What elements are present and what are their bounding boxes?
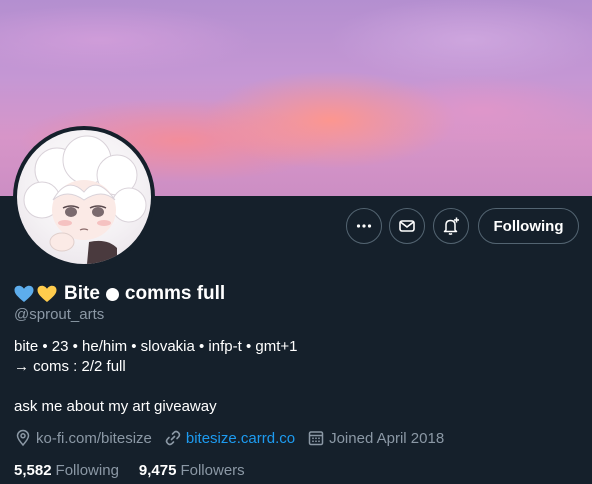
bio-line: ask me about my art giveaway [14, 398, 217, 415]
bio-line [14, 377, 297, 397]
location-text: ko-fi.com/bitesize [36, 429, 152, 447]
website-item[interactable]: bitesize.carrd.co [164, 429, 295, 447]
location-item: ko-fi.com/bitesize [14, 429, 152, 447]
following-count: 5,582 [14, 461, 52, 479]
display-name: Bite [64, 283, 100, 304]
profile-handle: @sprout_arts [14, 306, 105, 323]
profile-avatar[interactable] [13, 126, 155, 268]
following-label: Following [55, 461, 119, 479]
bell-plus-icon [443, 217, 459, 235]
link-icon [165, 430, 181, 446]
profile-bio: bite • 23 • he/him • slovakia • infp-t •… [14, 337, 297, 417]
following-button[interactable]: Following [478, 208, 579, 244]
bio-line: bite • 23 • he/him • slovakia • infp-t •… [14, 338, 298, 355]
display-name-row: Bite comms full [14, 282, 225, 306]
followers-stat[interactable]: 9,475 Followers [139, 462, 245, 479]
white-circle-icon [105, 287, 119, 301]
display-name-suffix: comms full [124, 283, 226, 304]
joined-item: Joined April 2018 [307, 429, 444, 447]
bio-line: → coms : 2/2 full [14, 358, 126, 375]
following-stat[interactable]: 5,582 Following [14, 462, 119, 479]
website-link[interactable]: bitesize.carrd.co [186, 430, 295, 447]
followers-count: 9,475 [138, 461, 177, 479]
blue-heart-icon [14, 285, 34, 302]
follow-stats: 5,582 Following 9,475 Followers [14, 460, 265, 480]
more-icon [356, 224, 372, 228]
notifications-button[interactable] [433, 208, 469, 244]
calendar-icon [308, 431, 324, 446]
message-button[interactable] [389, 208, 425, 244]
avatar-artwork [17, 130, 151, 264]
location-pin-icon [16, 429, 30, 447]
yellow-heart-icon [37, 285, 57, 302]
envelope-icon [399, 220, 415, 232]
more-button[interactable] [346, 208, 382, 244]
profile-meta: ko-fi.com/bitesize bitesize.carrd.co Joi… [14, 428, 456, 448]
followers-label: Followers [180, 461, 245, 479]
joined-date: Joined April 2018 [329, 429, 445, 447]
